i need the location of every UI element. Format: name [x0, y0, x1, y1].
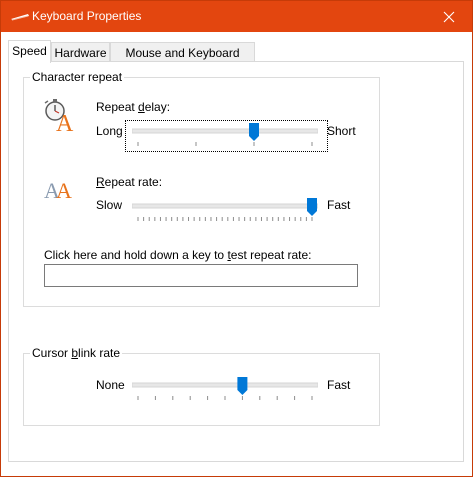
close-icon — [443, 11, 455, 23]
test-repeat-rate-label: Click here and hold down a key to test r… — [44, 248, 312, 262]
repeat-rate-min-label: Slow — [96, 198, 123, 212]
slider-graphic — [132, 377, 318, 400]
test-repeat-rate-input[interactable] — [44, 264, 358, 287]
repeat-delay-slider[interactable] — [132, 121, 318, 149]
speed-tab-panel: Character repeat A Repeat delay: Long Sh… — [8, 61, 464, 462]
slider-thumb[interactable] — [249, 123, 259, 141]
slider-graphic — [132, 123, 318, 146]
title-bar[interactable]: Keyboard Properties — [1, 1, 472, 32]
character-repeat-group-label: Character repeat — [30, 70, 125, 85]
tab-hardware-label: Hardware — [54, 46, 107, 60]
keyboard-properties-window: Keyboard Properties Speed Hardware Mouse… — [0, 0, 473, 477]
repeat-rate-max-label: Fast — [327, 198, 351, 212]
slider-graphic — [132, 198, 318, 221]
slider-thumb[interactable] — [237, 377, 248, 395]
dialog-client-area: Speed Hardware Mouse and Keyboard Center… — [1, 32, 472, 476]
repeat-rate-label: Repeat rate: — [96, 175, 163, 189]
repeat-delay-max-label: Short — [327, 124, 356, 138]
slider-thumb[interactable] — [307, 198, 317, 216]
cursor-blink-rate-group: Cursor blink rate None Fast — [23, 346, 380, 426]
svg-text:A: A — [56, 111, 74, 132]
cursor-blink-max-label: Fast — [327, 378, 351, 392]
repeat-delay-label: Repeat delay: — [96, 100, 171, 114]
character-repeat-group: Character repeat A Repeat delay: Long Sh… — [23, 70, 380, 307]
slider-track[interactable] — [132, 382, 318, 388]
tab-mouse-and-keyboard-center[interactable]: Mouse and Keyboard Center — [110, 42, 255, 80]
cursor-blink-min-label: None — [96, 378, 125, 392]
double-letter-a-icon: A A — [44, 178, 72, 202]
window-title: Keyboard Properties — [32, 9, 142, 23]
slider-track[interactable] — [132, 128, 318, 134]
close-button[interactable] — [426, 1, 472, 32]
tab-hardware[interactable]: Hardware — [51, 42, 110, 62]
tab-speed-label: Speed — [12, 44, 47, 58]
keyboard-icon — [11, 14, 29, 21]
slider-track[interactable] — [132, 203, 318, 209]
svg-text:A: A — [56, 178, 72, 202]
cursor-blink-rate-group-label: Cursor blink rate — [30, 346, 123, 361]
tab-speed[interactable]: Speed — [8, 40, 51, 63]
repeat-rate-slider[interactable] — [132, 196, 318, 224]
stopwatch-letter-a-icon: A — [44, 99, 74, 132]
repeat-delay-min-label: Long — [96, 124, 123, 138]
cursor-blink-rate-slider[interactable] — [132, 375, 318, 403]
